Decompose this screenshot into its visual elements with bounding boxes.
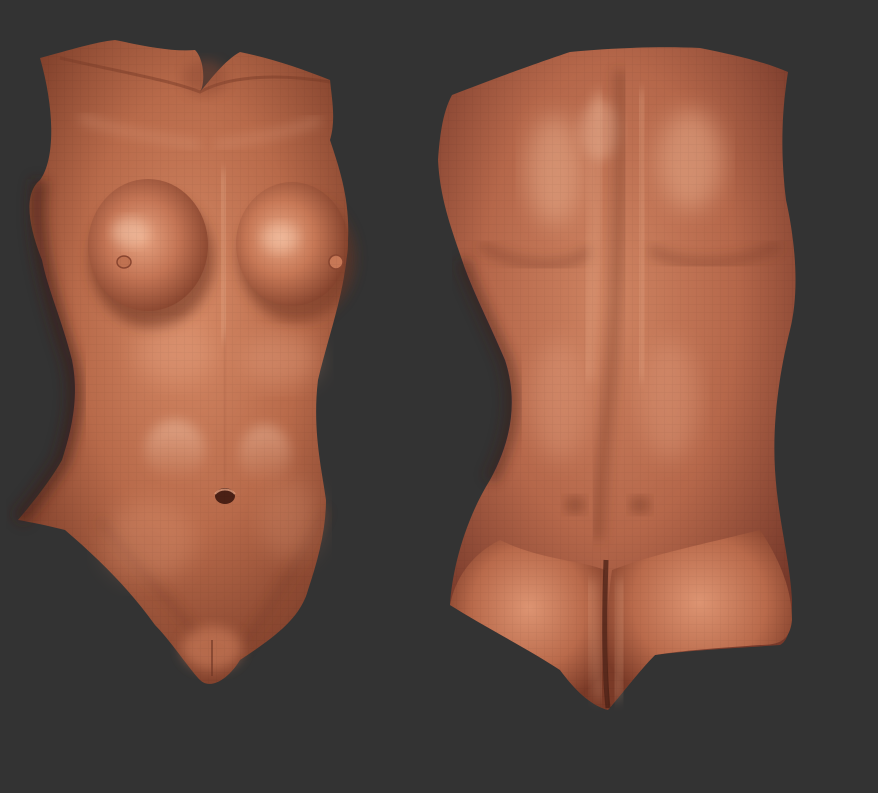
front-torso-model[interactable] (11, 40, 355, 684)
viewport-canvas (11, 40, 796, 710)
3d-viewport[interactable] (0, 0, 878, 793)
back-torso-model[interactable] (438, 47, 796, 710)
